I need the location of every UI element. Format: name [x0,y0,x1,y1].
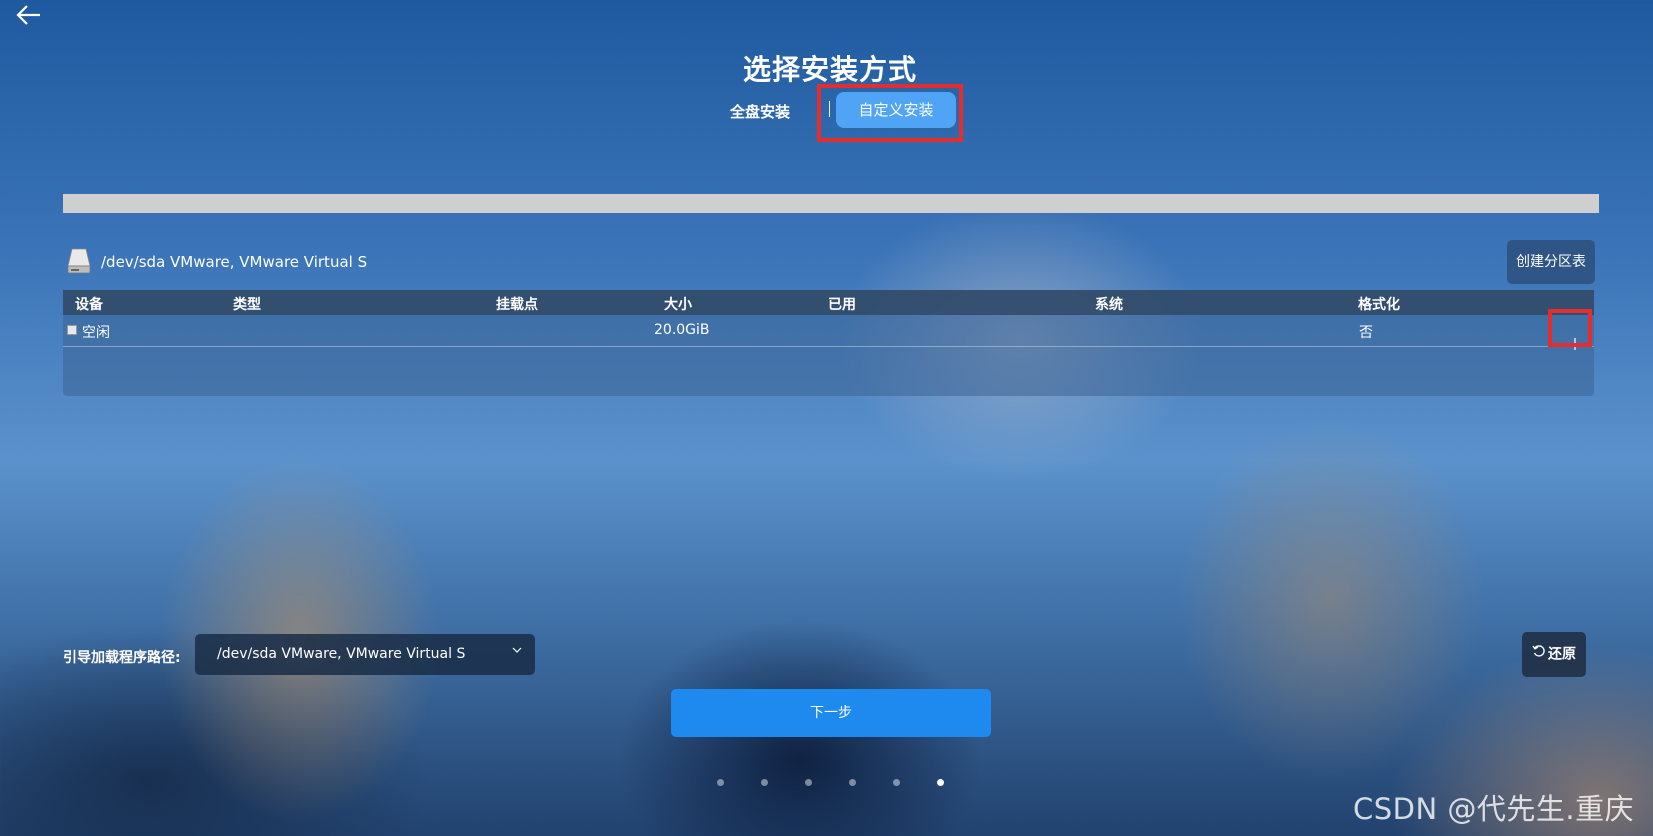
next-step-button[interactable]: 下一步 [671,689,991,737]
bootloader-path-label: 引导加载程序路径: [63,650,181,666]
pagination-dot [849,779,856,786]
page-title: 选择安装方式 [742,53,917,86]
table-header: 设备 类型 挂载点 大小 已用 系统 格式化 [63,290,1594,315]
cell-size: 20.0GiB [654,322,710,338]
cell-device: 空闲 [82,325,110,341]
header-system: 系统 [1095,297,1123,313]
hard-disk-icon [65,247,93,275]
chevron-down-icon [511,644,523,660]
bootloader-path-value: /dev/sda VMware, VMware Virtual S [217,646,466,662]
header-format: 格式化 [1358,297,1400,313]
back-arrow-icon[interactable] [14,2,44,28]
header-device: 设备 [75,297,103,313]
create-partition-table-button[interactable]: 创建分区表 [1507,240,1595,284]
partition-table: 设备 类型 挂载点 大小 已用 系统 格式化 空闲 20.0GiB 否 [63,290,1594,396]
pagination-dot [937,779,944,786]
bootloader-path-select[interactable]: /dev/sda VMware, VMware Virtual S [195,634,535,675]
header-type: 类型 [233,297,261,313]
watermark-text: CSDN @代先生.重庆 [1353,792,1635,826]
tab-full-disk-install[interactable]: 全盘安装 [730,101,790,122]
disk-usage-bar [63,194,1599,213]
disk-label: /dev/sda VMware, VMware Virtual S [101,253,368,271]
pagination-dot [761,779,768,786]
pagination-dot [805,779,812,786]
row-checkbox[interactable] [67,325,77,335]
header-size: 大小 [664,297,692,313]
pagination-dot [893,779,900,786]
annotation-highlight-box [817,84,963,142]
undo-icon [1532,632,1546,677]
restore-button[interactable]: 还原 [1522,632,1586,677]
pagination-dot [717,779,724,786]
restore-label: 还原 [1548,646,1576,663]
annotation-highlight-box [1548,309,1592,347]
header-mount-point: 挂载点 [496,297,538,313]
cell-format: 否 [1359,325,1373,341]
header-used: 已用 [828,297,856,313]
table-row[interactable]: 空闲 20.0GiB 否 [63,315,1594,350]
